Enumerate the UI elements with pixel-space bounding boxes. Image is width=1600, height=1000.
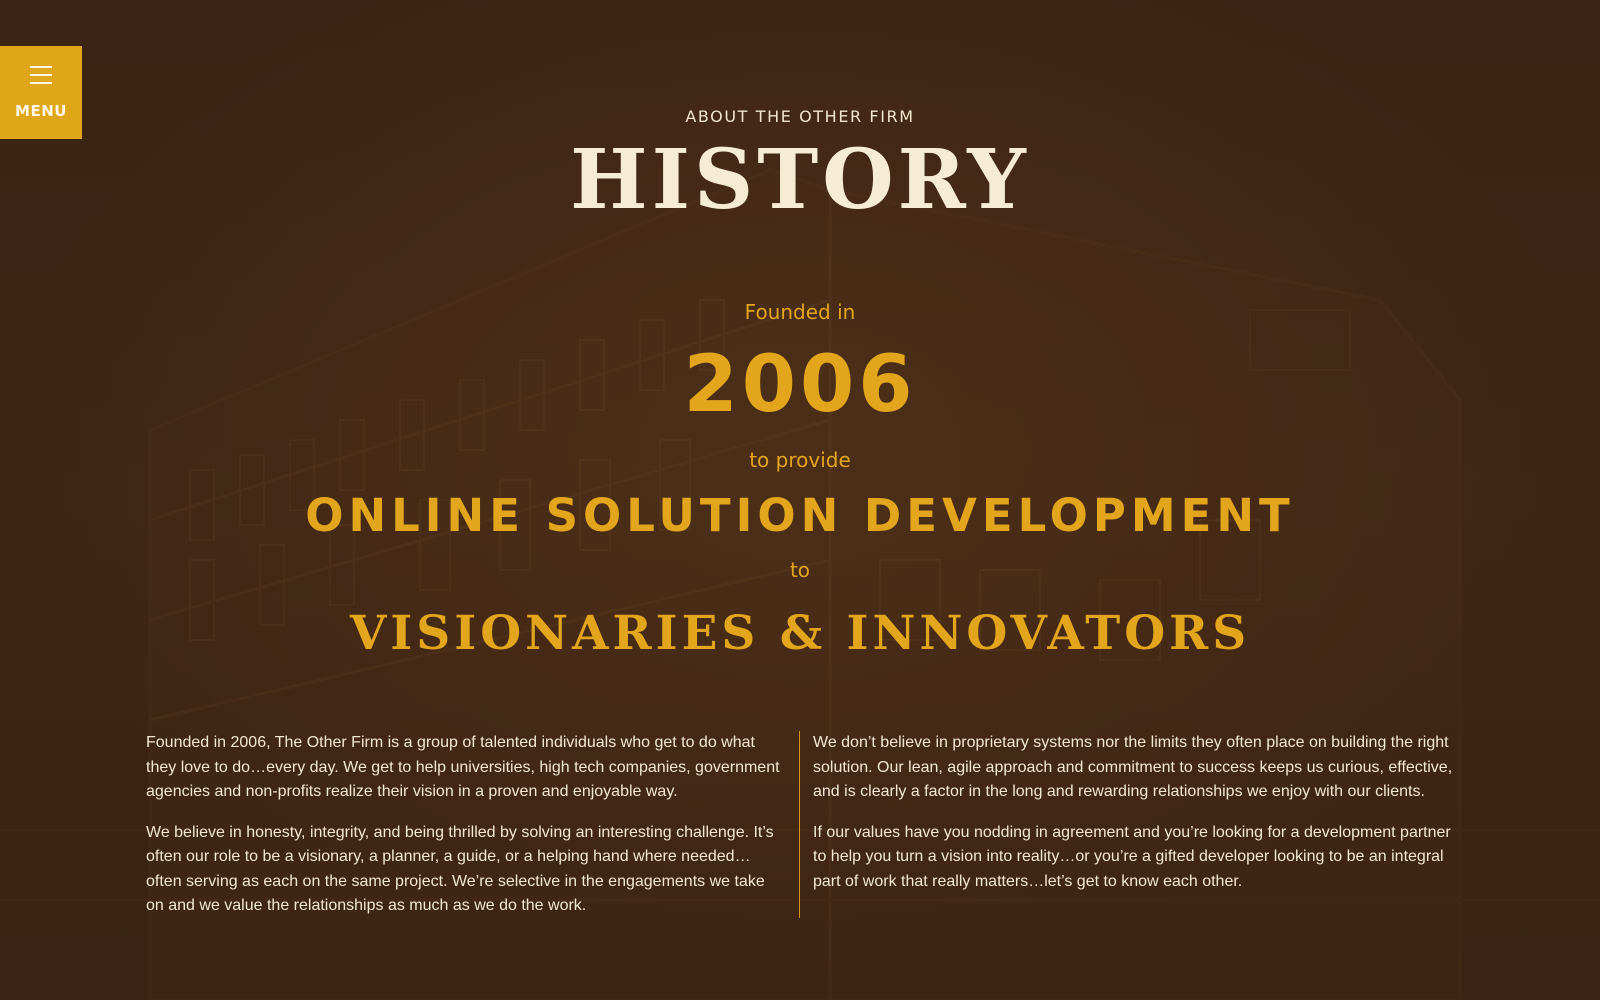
history-paragraph: We believe in honesty, integrity, and be…	[146, 823, 774, 915]
history-paragraph: We don’t believe in proprietary systems …	[813, 734, 1453, 800]
column-divider	[799, 731, 800, 918]
founded-year: 2006	[683, 340, 917, 430]
history-right-column: We don’t believe in proprietary systems …	[813, 731, 1453, 910]
history-paragraph: Founded in 2006, The Other Firm is a gro…	[146, 734, 780, 800]
hamburger-icon	[30, 66, 52, 84]
page-eyebrow: ABOUT THE OTHER FIRM	[685, 107, 915, 126]
service-heading: ONLINE SOLUTION DEVELOPMENT	[305, 489, 1295, 542]
history-paragraph: If our values have you nodding in agreem…	[813, 823, 1451, 890]
history-left-column: Founded in 2006, The Other Firm is a gro…	[146, 731, 782, 935]
to-text: to	[789, 558, 811, 582]
to-provide-text: to provide	[749, 448, 851, 472]
page-title: HISTORY	[570, 132, 1030, 228]
audience-heading: VISIONARIES & INNOVATORS	[349, 606, 1251, 661]
founded-in-text: Founded in	[744, 300, 856, 324]
